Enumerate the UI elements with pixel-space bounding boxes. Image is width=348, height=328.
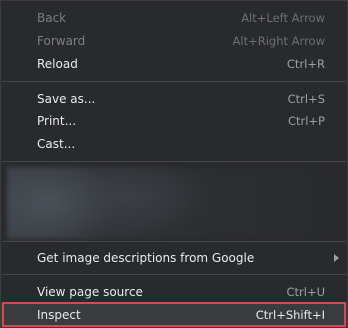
menu-item-shortcut: Alt+Left Arrow (241, 10, 325, 25)
menu-item-cast[interactable]: Cast... (1, 132, 347, 155)
chevron-right-icon (334, 253, 339, 262)
menu-item-label: Print... (37, 113, 77, 128)
menu-separator (2, 161, 346, 162)
menu-separator (2, 81, 346, 82)
menu-item-shortcut: Ctrl+U (286, 284, 325, 299)
menu-item-print[interactable]: Print... Ctrl+P (1, 109, 347, 132)
menu-item-shortcut: Ctrl+S (287, 91, 325, 106)
menu-item-forward: Forward Alt+Right Arrow (1, 29, 347, 52)
menu-item-label: Get image descriptions from Google (37, 250, 255, 265)
menu-item-shortcut: Ctrl+P (287, 113, 325, 128)
menu-item-label: Save as... (37, 91, 96, 106)
menu-item-label: Forward (37, 33, 86, 48)
menu-item-view-source[interactable]: View page source Ctrl+U (1, 280, 347, 303)
menu-item-image-descriptions[interactable]: Get image descriptions from Google (1, 246, 347, 269)
menu-item-save-as[interactable]: Save as... Ctrl+S (1, 87, 347, 110)
menu-item-label: View page source (37, 284, 143, 299)
menu-item-shortcut: Ctrl+R (286, 56, 325, 71)
menu-separator (2, 241, 346, 242)
menu-item-label: Back (37, 10, 67, 25)
menu-item-shortcut: Alt+Right Arrow (232, 33, 325, 48)
menu-item-back: Back Alt+Left Arrow (1, 6, 347, 29)
inspect-highlight-box (2, 302, 346, 327)
menu-item-label: Reload (37, 56, 78, 71)
blurred-extension-image (7, 167, 343, 239)
context-menu: Back Alt+Left Arrow Forward Alt+Right Ar… (0, 0, 348, 328)
menu-item-reload[interactable]: Reload Ctrl+R (1, 52, 347, 75)
menu-item-label: Cast... (37, 136, 76, 151)
menu-separator (2, 274, 346, 275)
